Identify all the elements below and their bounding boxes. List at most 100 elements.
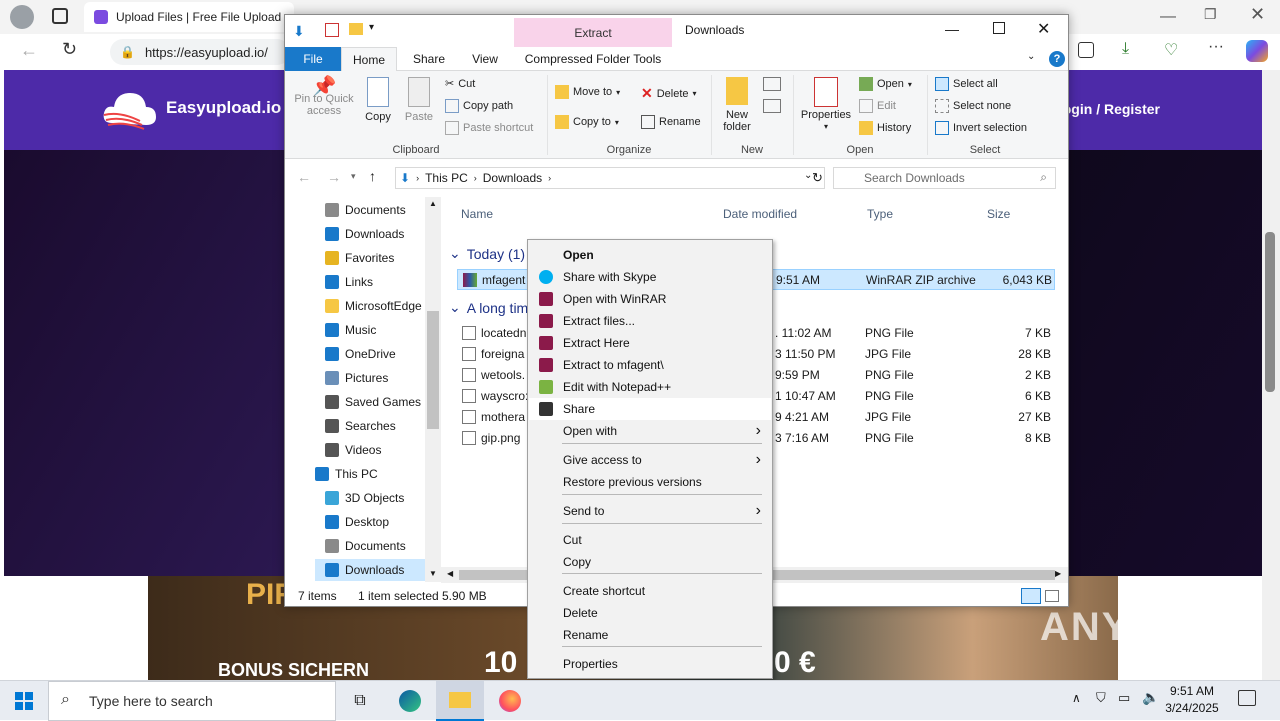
ribbon-collapse-icon[interactable]: ⌄ xyxy=(1027,51,1035,62)
copy-path-button[interactable]: Copy path xyxy=(445,99,513,113)
group-collapse-icon[interactable]: ⌄ xyxy=(449,299,461,316)
nav-item[interactable]: This PC xyxy=(315,463,378,485)
taskbar-clock[interactable]: 9:51 AM 3/24/2025 xyxy=(1160,683,1224,717)
tab-actions-icon[interactable] xyxy=(52,8,68,24)
nav-item[interactable]: Pictures xyxy=(325,367,388,389)
invert-selection-button[interactable]: Invert selection xyxy=(935,121,1027,135)
address-path[interactable]: ⬇ › This PC › Downloads › ⌄ xyxy=(395,167,825,189)
pin-quick-access-button[interactable]: 📌 Pin to Quick access xyxy=(289,77,359,117)
context-menu-item[interactable]: Create shortcut xyxy=(529,580,771,602)
copy-to-button[interactable]: Copy to ▾ xyxy=(555,115,619,129)
network-icon[interactable]: ▭ xyxy=(1118,690,1130,706)
nav-item[interactable]: MicrosoftEdge xyxy=(325,295,422,317)
nav-back-icon[interactable]: ← xyxy=(297,169,311,185)
tab-home[interactable]: Home xyxy=(341,47,397,71)
profile-avatar[interactable] xyxy=(10,5,34,29)
select-none-button[interactable]: Select none xyxy=(935,99,1011,113)
new-folder-button[interactable]: New folder xyxy=(717,77,757,133)
nav-item[interactable]: Links xyxy=(325,271,373,293)
group-header[interactable]: ⌄ Today (1) xyxy=(449,245,525,262)
tray-chevron-icon[interactable]: ∧ xyxy=(1072,691,1081,705)
column-size[interactable]: Size xyxy=(987,207,1010,221)
context-menu-item[interactable]: Delete xyxy=(529,602,771,624)
nav-up-icon[interactable]: ↑ xyxy=(369,168,376,184)
column-type[interactable]: Type xyxy=(867,207,893,221)
tab-view[interactable]: View xyxy=(457,47,513,71)
context-menu-item[interactable]: Open xyxy=(529,244,771,266)
nav-item[interactable]: Documents xyxy=(325,535,406,557)
properties-qat-icon[interactable] xyxy=(325,23,339,37)
volume-icon[interactable]: 🔈 xyxy=(1142,689,1159,706)
help-icon[interactable]: ? xyxy=(1049,51,1065,67)
path-refresh-icon[interactable]: ↻ xyxy=(812,170,823,186)
nav-forward-icon[interactable]: → xyxy=(327,169,341,185)
details-view-icon[interactable] xyxy=(1021,588,1041,604)
downloads-icon[interactable]: ⤓ xyxy=(1122,40,1129,58)
nav-item[interactable]: 3D Objects xyxy=(325,487,404,509)
nav-item[interactable]: Desktop xyxy=(325,511,389,533)
context-menu-item[interactable]: Extract files... xyxy=(529,310,771,332)
context-menu-item[interactable]: Share with Skype xyxy=(529,266,771,288)
address-bar[interactable]: 🔒 https://easyupload.io/ xyxy=(110,39,290,65)
copy-big-button[interactable]: Copy xyxy=(361,77,395,123)
nav-item[interactable]: Saved Games xyxy=(325,391,421,413)
hscroll-right-icon[interactable]: ▶ xyxy=(1055,569,1061,578)
start-button[interactable] xyxy=(0,681,48,721)
move-to-button[interactable]: Move to ▾ xyxy=(555,85,620,99)
paste-shortcut-button[interactable]: Paste shortcut xyxy=(445,121,533,135)
browser-tab-active[interactable]: Upload Files | Free File Upload a xyxy=(84,2,294,32)
nav-item[interactable]: Downloads xyxy=(315,559,425,581)
copilot-icon[interactable] xyxy=(1246,40,1268,62)
delete-button[interactable]: ✕ Delete ▾ xyxy=(641,85,697,102)
recent-locations-icon[interactable]: ▾ xyxy=(351,171,356,182)
cut-button[interactable]: ✂ Cut xyxy=(445,77,475,91)
easy-access-icon[interactable] xyxy=(763,99,781,113)
breadcrumb-this-pc[interactable]: This PC xyxy=(425,171,468,185)
history-button[interactable]: History xyxy=(859,121,911,135)
context-menu-item[interactable]: Share xyxy=(529,398,771,420)
nav-item[interactable]: Videos xyxy=(325,439,381,461)
notifications-icon[interactable] xyxy=(1238,690,1256,706)
new-item-icon[interactable] xyxy=(763,77,781,91)
search-downloads-input[interactable]: Search Downloads ⌕ xyxy=(833,167,1056,189)
rename-button[interactable]: Rename xyxy=(641,115,701,129)
extensions-icon[interactable]: ♡ xyxy=(1164,40,1178,60)
context-menu-item[interactable]: Cut xyxy=(529,529,771,551)
context-menu-item[interactable]: Extract Here xyxy=(529,332,771,354)
open-button[interactable]: Open ▾ xyxy=(859,77,912,91)
explorer-maximize-icon[interactable] xyxy=(993,22,1005,34)
breadcrumb-downloads[interactable]: Downloads xyxy=(483,171,542,185)
minimize-icon[interactable]: — xyxy=(1160,8,1176,26)
page-scrollbar[interactable] xyxy=(1262,70,1280,680)
page-scroll-thumb[interactable] xyxy=(1265,232,1275,392)
nav-scroll-up-icon[interactable]: ▲ xyxy=(429,199,437,208)
tab-share[interactable]: Share xyxy=(401,47,457,71)
extract-context-tab[interactable]: Extract xyxy=(514,18,672,48)
select-all-button[interactable]: Select all xyxy=(935,77,998,91)
nav-scroll-thumb[interactable] xyxy=(427,311,439,429)
group-collapse-icon[interactable]: ⌄ xyxy=(449,245,461,262)
tray-security-icon[interactable]: ⛉ xyxy=(1096,690,1106,706)
nav-item[interactable]: Favorites xyxy=(325,247,394,269)
nav-item[interactable]: Music xyxy=(325,319,376,341)
large-icons-view-icon[interactable] xyxy=(1045,590,1059,602)
nav-item[interactable]: Documents xyxy=(325,199,406,221)
context-menu-item[interactable]: Open with › xyxy=(529,420,771,442)
nav-scroll-down-icon[interactable]: ▼ xyxy=(429,569,437,578)
context-menu-item[interactable]: Edit with Notepad++ xyxy=(529,376,771,398)
context-menu-item[interactable]: Give access to › xyxy=(529,449,771,471)
refresh-icon[interactable]: ↻ xyxy=(62,39,77,60)
close-icon[interactable]: ✕ xyxy=(1250,4,1265,25)
nav-item[interactable]: Downloads xyxy=(325,223,404,245)
restore-icon[interactable]: ❐ xyxy=(1204,6,1217,23)
edit-button[interactable]: Edit xyxy=(859,99,896,113)
context-menu-item[interactable]: Restore previous versions xyxy=(529,471,771,493)
more-icon[interactable]: ··· xyxy=(1208,38,1224,56)
nav-item[interactable]: Searches xyxy=(325,415,396,437)
tab-compressed-folder-tools[interactable]: Compressed Folder Tools xyxy=(514,47,672,71)
site-logo[interactable]: Easyupload.io xyxy=(100,85,281,131)
taskbar-edge[interactable] xyxy=(386,681,434,721)
qat-dropdown-icon[interactable]: ▾ xyxy=(369,22,374,33)
paste-button[interactable]: Paste xyxy=(401,77,437,123)
group-header[interactable]: ⌄ A long tim xyxy=(449,299,528,316)
